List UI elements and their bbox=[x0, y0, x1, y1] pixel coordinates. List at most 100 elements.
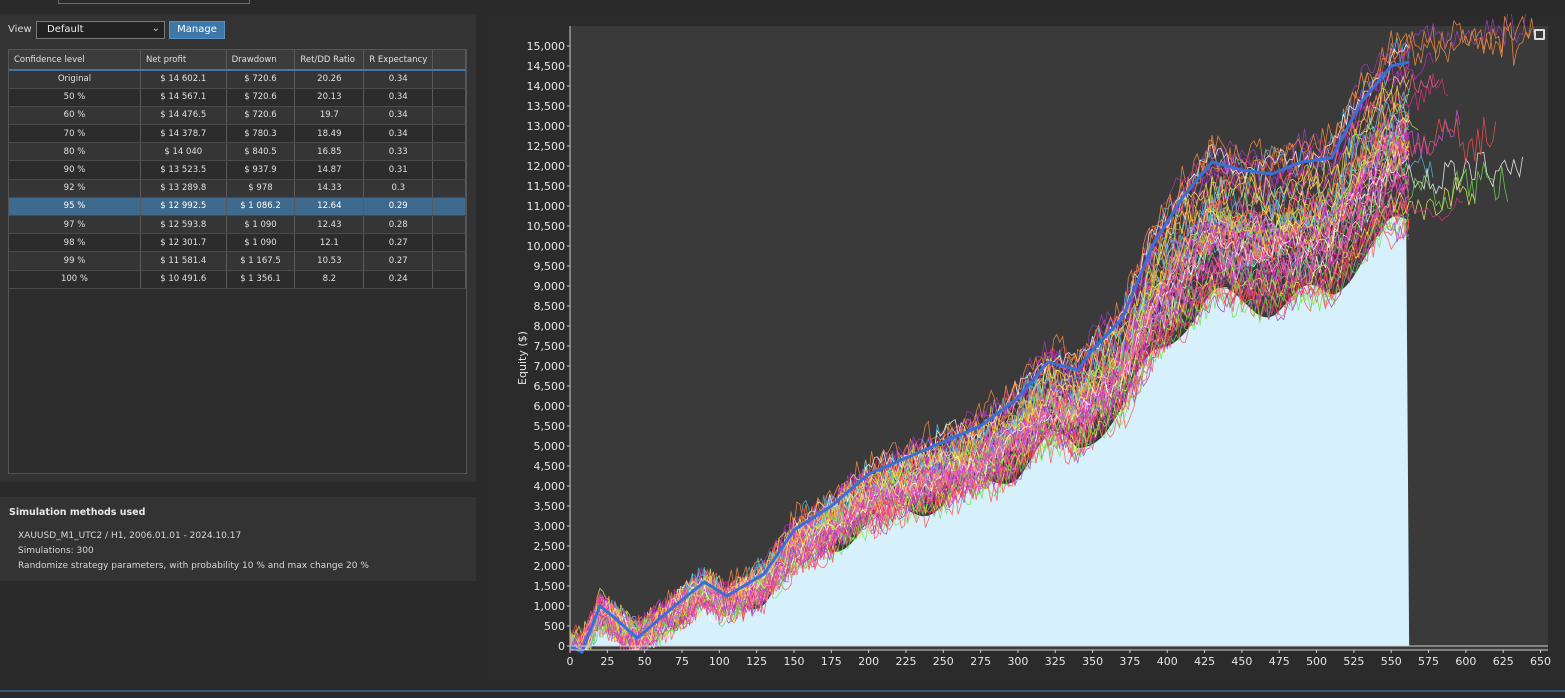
table-row[interactable]: 97 % $ 12 593.8 $ 1 090 12.43 0.28 bbox=[9, 215, 466, 235]
table-cell-empty bbox=[432, 251, 466, 271]
table-row[interactable]: 95 % $ 12 992.5 $ 1 086.2 12.64 0.29 bbox=[9, 197, 466, 217]
table-cell: 0.34 bbox=[363, 124, 434, 144]
table-row[interactable]: 92 % $ 13 289.8 $ 978 14.33 0.3 bbox=[9, 179, 466, 198]
y-axis-label: Equity ($) bbox=[516, 331, 529, 385]
column-header-ret-dd[interactable]: Ret/DD Ratio bbox=[294, 50, 365, 71]
table-cell: $ 12 992.5 bbox=[140, 197, 227, 217]
table-row[interactable]: 90 % $ 13 523.5 $ 937.9 14.87 0.31 bbox=[9, 160, 466, 180]
x-tick-label: 150 bbox=[783, 655, 804, 668]
table-cell: $ 720.6 bbox=[226, 106, 296, 126]
table-cell: $ 14 602.1 bbox=[140, 70, 227, 89]
view-select[interactable]: Default ⌄ bbox=[36, 21, 165, 39]
table-row[interactable]: 100 % $ 10 491.6 $ 1 356.1 8.2 0.24 bbox=[9, 270, 466, 289]
y-tick-label: 4,500 bbox=[534, 460, 566, 473]
table-row[interactable]: 80 % $ 14 040 $ 840.5 16.85 0.33 bbox=[9, 142, 466, 162]
x-tick-label: 475 bbox=[1269, 655, 1290, 668]
table-cell: 0.31 bbox=[363, 160, 434, 180]
table-cell: $ 840.5 bbox=[226, 142, 296, 162]
table-header-row: Confidence level Net profit Drawdown Ret… bbox=[9, 50, 466, 71]
table-cell: 60 % bbox=[9, 106, 141, 126]
y-tick-label: 2,500 bbox=[534, 540, 566, 553]
simulation-data-line: XAUUSD_M1_UTC2 / H1, 2006.01.01 - 2024.1… bbox=[18, 531, 242, 541]
y-tick-label: 13,000 bbox=[527, 120, 566, 133]
table-cell: $ 14 378.7 bbox=[140, 124, 227, 144]
table-cell-empty bbox=[432, 233, 466, 253]
x-tick-label: 325 bbox=[1045, 655, 1066, 668]
table-cell-empty bbox=[432, 88, 466, 107]
x-tick-label: 400 bbox=[1157, 655, 1178, 668]
table-cell-empty bbox=[432, 179, 466, 198]
table-cell: 0.34 bbox=[363, 106, 434, 126]
table-cell: 0.33 bbox=[363, 142, 434, 162]
column-header-net-profit[interactable]: Net profit bbox=[140, 50, 227, 71]
simulation-title: Simulation methods used bbox=[9, 507, 146, 518]
y-tick-label: 10,500 bbox=[527, 220, 566, 233]
x-tick-label: 75 bbox=[675, 655, 689, 668]
simulation-info-panel: Simulation methods used XAUUSD_M1_UTC2 /… bbox=[0, 497, 476, 581]
x-tick-label: 600 bbox=[1455, 655, 1476, 668]
table-cell: $ 14 040 bbox=[140, 142, 227, 162]
x-tick-label: 350 bbox=[1082, 655, 1103, 668]
x-tick-label: 450 bbox=[1231, 655, 1252, 668]
table-row[interactable]: 70 % $ 14 378.7 $ 780.3 18.49 0.34 bbox=[9, 124, 466, 144]
table-cell: 10.53 bbox=[294, 251, 365, 271]
y-tick-label: 7,000 bbox=[534, 360, 566, 373]
table-cell: Original bbox=[9, 70, 141, 89]
y-tick-label: 12,500 bbox=[527, 140, 566, 153]
chevron-down-icon: ⌄ bbox=[151, 23, 160, 34]
y-tick-label: 0 bbox=[558, 640, 565, 653]
table-row[interactable]: Original $ 14 602.1 $ 720.6 20.26 0.34 bbox=[9, 70, 466, 89]
y-tick-label: 5,000 bbox=[534, 440, 566, 453]
results-panel: View Default ⌄ Manage Confidence level N… bbox=[0, 14, 476, 482]
table-cell: 14.33 bbox=[294, 179, 365, 198]
x-tick-label: 500 bbox=[1306, 655, 1327, 668]
y-tick-label: 1,500 bbox=[534, 580, 566, 593]
maximize-icon[interactable] bbox=[1534, 29, 1545, 40]
y-tick-label: 14,000 bbox=[527, 80, 566, 93]
table-cell: 50 % bbox=[9, 88, 141, 107]
y-tick-label: 8,000 bbox=[534, 320, 566, 333]
table-cell: 99 % bbox=[9, 251, 141, 271]
table-cell: 14.87 bbox=[294, 160, 365, 180]
table-row[interactable]: 60 % $ 14 476.5 $ 720.6 19.7 0.34 bbox=[9, 106, 466, 126]
table-cell: 20.13 bbox=[294, 88, 365, 107]
y-tick-label: 10,000 bbox=[527, 240, 566, 253]
table-cell-empty bbox=[432, 215, 466, 235]
x-tick-label: 375 bbox=[1119, 655, 1140, 668]
table-cell: $ 978 bbox=[226, 179, 296, 198]
table-row[interactable]: 99 % $ 11 581.4 $ 1 167.5 10.53 0.27 bbox=[9, 251, 466, 271]
x-tick-label: 425 bbox=[1194, 655, 1215, 668]
table-row[interactable]: 50 % $ 14 567.1 $ 720.6 20.13 0.34 bbox=[9, 88, 466, 107]
x-tick-label: 650 bbox=[1530, 655, 1551, 668]
table-cell: 18.49 bbox=[294, 124, 365, 144]
x-tick-label: 50 bbox=[638, 655, 652, 668]
y-tick-label: 9,500 bbox=[534, 260, 566, 273]
x-tick-label: 25 bbox=[600, 655, 614, 668]
y-tick-label: 1,000 bbox=[534, 600, 566, 613]
top-input-field[interactable] bbox=[58, 0, 250, 4]
equity-chart: 05001,0001,5002,0002,5003,0003,5004,0004… bbox=[516, 7, 1551, 668]
table-cell: $ 937.9 bbox=[226, 160, 296, 180]
y-tick-label: 2,000 bbox=[534, 560, 566, 573]
simulation-count-line: Simulations: 300 bbox=[18, 546, 94, 556]
table-cell: 98 % bbox=[9, 233, 141, 253]
x-tick-label: 225 bbox=[895, 655, 916, 668]
x-tick-label: 250 bbox=[933, 655, 954, 668]
y-tick-label: 11,500 bbox=[527, 180, 566, 193]
table-cell: $ 720.6 bbox=[226, 70, 296, 89]
table-cell-empty bbox=[432, 197, 466, 217]
table-cell: 0.24 bbox=[363, 270, 434, 289]
y-tick-label: 6,000 bbox=[534, 400, 566, 413]
table-row[interactable]: 98 % $ 12 301.7 $ 1 090 12.1 0.27 bbox=[9, 233, 466, 253]
y-tick-label: 8,500 bbox=[534, 300, 566, 313]
table-cell: $ 720.6 bbox=[226, 88, 296, 107]
column-header-r-expectancy[interactable]: R Expectancy bbox=[363, 50, 434, 71]
y-tick-label: 3,000 bbox=[534, 520, 566, 533]
x-tick-label: 0 bbox=[567, 655, 574, 668]
column-header-confidence[interactable]: Confidence level bbox=[9, 50, 141, 71]
table-cell-empty bbox=[432, 124, 466, 144]
manage-button[interactable]: Manage bbox=[169, 21, 225, 39]
table-cell: 16.85 bbox=[294, 142, 365, 162]
column-header-drawdown[interactable]: Drawdown bbox=[226, 50, 296, 71]
y-tick-label: 12,000 bbox=[527, 160, 566, 173]
